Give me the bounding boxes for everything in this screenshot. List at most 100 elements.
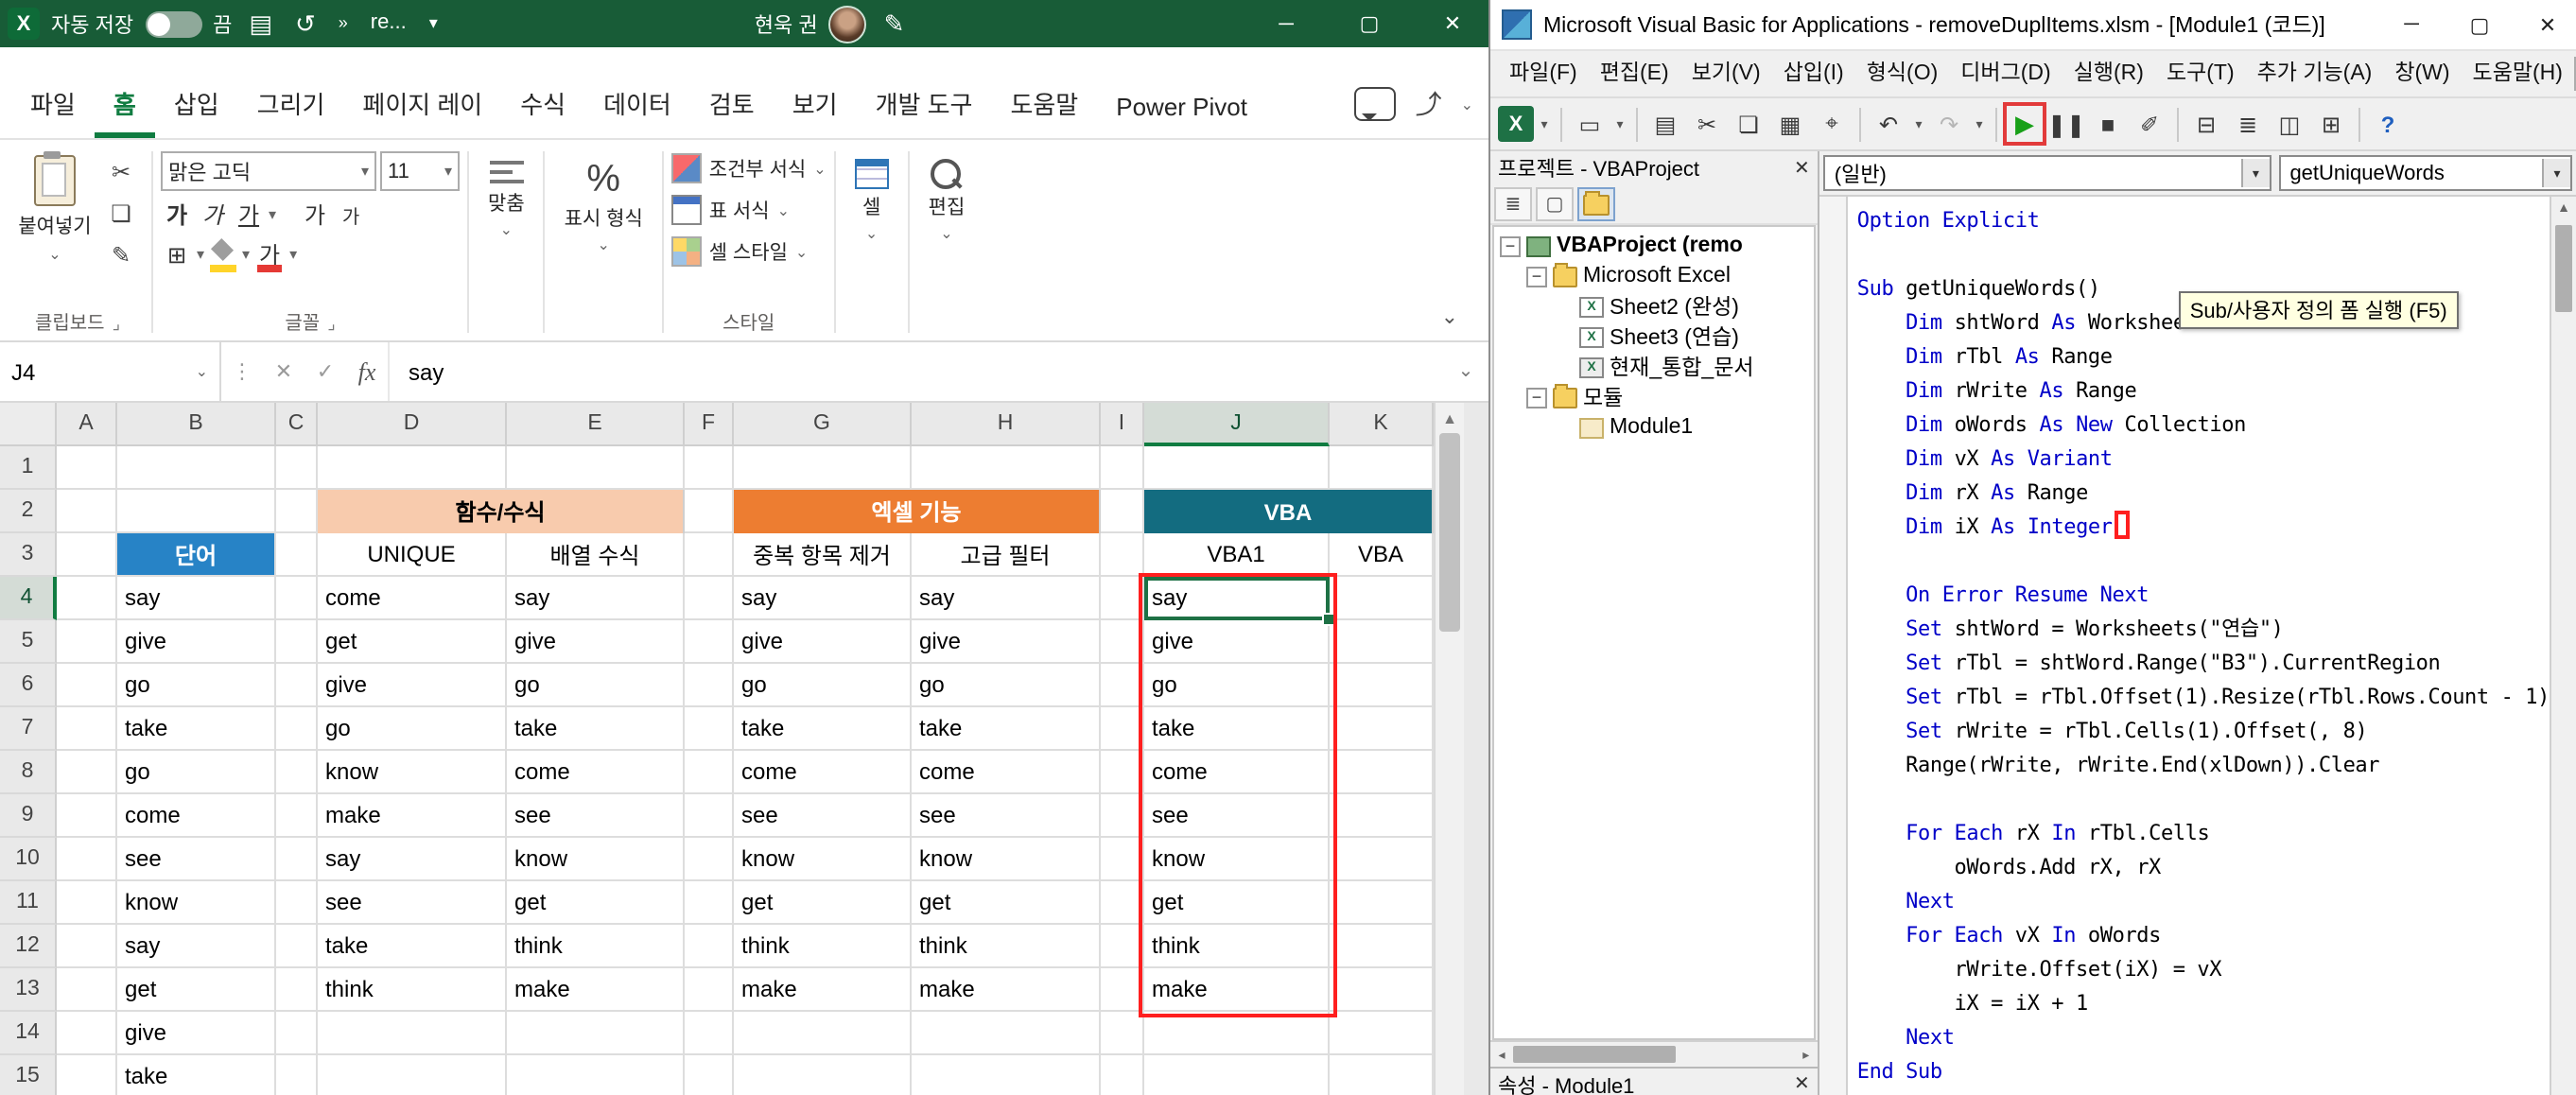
menu-item-7[interactable]: 실행(R) (2063, 51, 2155, 96)
cell-F8[interactable] (685, 751, 734, 794)
cell-E11[interactable]: get (507, 881, 685, 925)
cell-A3[interactable] (57, 533, 117, 577)
cut-button[interactable]: ✂ (1687, 104, 1727, 144)
vba-app-icon[interactable] (1502, 9, 1532, 40)
italic-button[interactable]: 가 (197, 199, 229, 231)
cell-E6[interactable]: go (507, 664, 685, 707)
cell-C2[interactable] (276, 490, 318, 533)
cell-B4[interactable]: say (117, 577, 276, 620)
code-line-19[interactable]: For Each rX In rTbl.Cells (1857, 817, 2550, 851)
cell-E4[interactable]: say (507, 577, 685, 620)
cell-F11[interactable] (685, 881, 734, 925)
cell-E1[interactable] (507, 446, 685, 490)
tree-item-Sheet3 (연습)[interactable]: XSheet3 (연습) (1494, 322, 1814, 352)
cell-C13[interactable] (276, 968, 318, 1012)
cell-E8[interactable]: come (507, 751, 685, 794)
conditional-formatting-button[interactable]: 조건부 서식⌄ (671, 153, 827, 183)
cell-D10[interactable]: say (318, 838, 507, 881)
cell-C15[interactable] (276, 1055, 318, 1095)
decrease-font-button[interactable]: 가 (335, 200, 367, 229)
code-line-20[interactable]: oWords.Add rX, rX (1857, 851, 2550, 885)
font-color-dropdown-icon[interactable]: ▾ (289, 246, 297, 263)
borders-button[interactable]: ⊞ (161, 241, 193, 268)
cell-A15[interactable] (57, 1055, 117, 1095)
code-line-8[interactable]: Dim vX As Variant (1857, 443, 2550, 477)
cell-E15[interactable] (507, 1055, 685, 1095)
menu-item-2[interactable]: 편집(E) (1589, 51, 1680, 96)
cell-G4[interactable]: say (734, 577, 912, 620)
cell-H2[interactable] (912, 490, 1101, 533)
cell-J1[interactable] (1144, 446, 1330, 490)
cell-J7[interactable]: take (1144, 707, 1330, 751)
copy-button[interactable]: ❏ (1729, 104, 1768, 144)
cell-D9[interactable]: make (318, 794, 507, 838)
tree-item-Module1[interactable]: Module1 (1494, 412, 1814, 443)
cell-H9[interactable]: see (912, 794, 1101, 838)
excel-app-icon[interactable]: X (8, 8, 40, 40)
cell-B10[interactable]: see (117, 838, 276, 881)
expand-formula-bar-icon[interactable]: ⌄ (1443, 342, 1488, 401)
cell-C3[interactable] (276, 533, 318, 577)
cell-K10[interactable] (1330, 838, 1434, 881)
cell-H11[interactable]: get (912, 881, 1101, 925)
cell-G7[interactable]: take (734, 707, 912, 751)
code-scroll-thumb[interactable] (2555, 225, 2572, 312)
autosave-toggle[interactable] (145, 10, 201, 37)
tab-12-Power Pivot[interactable]: Power Pivot (1097, 76, 1266, 138)
cell-B7[interactable]: take (117, 707, 276, 751)
cell-C5[interactable] (276, 620, 318, 664)
code-line-11[interactable] (1857, 545, 2550, 579)
cell-F15[interactable] (685, 1055, 734, 1095)
cell-K12[interactable] (1330, 925, 1434, 968)
cell-B3[interactable]: 단어 (117, 533, 276, 577)
tree-expander-icon[interactable]: − (1526, 266, 1547, 287)
code-line-26[interactable]: End Sub (1857, 1055, 2550, 1089)
procedure-dropdown[interactable]: getUniqueWords ▾ (2278, 155, 2572, 191)
cell-G12[interactable]: think (734, 925, 912, 968)
cell-G1[interactable] (734, 446, 912, 490)
column-header-K[interactable]: K (1330, 403, 1434, 446)
code-line-9[interactable]: Dim rX As Range (1857, 477, 2550, 511)
cell-G2[interactable] (734, 490, 912, 533)
cell-C14[interactable] (276, 1012, 318, 1055)
cell-J10[interactable]: know (1144, 838, 1330, 881)
find-button[interactable]: ⌖ (1812, 104, 1852, 144)
cell-B2[interactable] (117, 490, 276, 533)
cell-F13[interactable] (685, 968, 734, 1012)
column-header-J[interactable]: J (1144, 403, 1330, 446)
code-editor[interactable]: Option Explicit Sub getUniqueWords() Dim… (1819, 197, 2576, 1095)
cell-D14[interactable] (318, 1012, 507, 1055)
cell-C6[interactable] (276, 664, 318, 707)
column-header-D[interactable]: D (318, 403, 507, 446)
cell-D12[interactable]: take (318, 925, 507, 968)
cell-K7[interactable] (1330, 707, 1434, 751)
code-line-1[interactable]: Option Explicit (1857, 204, 2550, 238)
cell-A9[interactable] (57, 794, 117, 838)
row-header-9[interactable]: 9 (0, 794, 57, 838)
code-line-24[interactable]: iX = iX + 1 (1857, 987, 2550, 1021)
cell-F3[interactable] (685, 533, 734, 577)
underline-button[interactable]: 가 (233, 199, 265, 231)
cell-J6[interactable]: go (1144, 664, 1330, 707)
tree-item-Microsoft Excel[interactable]: −Microsoft Excel (1494, 261, 1814, 291)
view-object-button[interactable]: ▢ (1536, 187, 1574, 221)
undo-button[interactable]: ↶ (1869, 104, 1908, 144)
excel-maximize-button[interactable]: ▢ (1333, 0, 1405, 47)
code-line-5[interactable]: Dim rTbl As Range (1857, 340, 2550, 374)
cell-D15[interactable] (318, 1055, 507, 1095)
cell-G8[interactable]: come (734, 751, 912, 794)
row-header-10[interactable]: 10 (0, 838, 57, 881)
cell-I11[interactable] (1101, 881, 1144, 925)
object-browser-button[interactable]: ◫ (2270, 104, 2309, 144)
cell-I5[interactable] (1101, 620, 1144, 664)
cell-J9[interactable]: see (1144, 794, 1330, 838)
paste-button[interactable]: ▦ (1770, 104, 1810, 144)
cell-J13[interactable]: make (1144, 968, 1330, 1012)
cell-I2[interactable] (1101, 490, 1144, 533)
column-header-F[interactable]: F (685, 403, 734, 446)
tab-1-파일[interactable]: 파일 (11, 68, 95, 138)
cell-G6[interactable]: go (734, 664, 912, 707)
editing-button[interactable]: 편집 ⌄ (917, 148, 977, 242)
name-box[interactable]: J4 ⌄ (0, 342, 221, 401)
cell-A10[interactable] (57, 838, 117, 881)
